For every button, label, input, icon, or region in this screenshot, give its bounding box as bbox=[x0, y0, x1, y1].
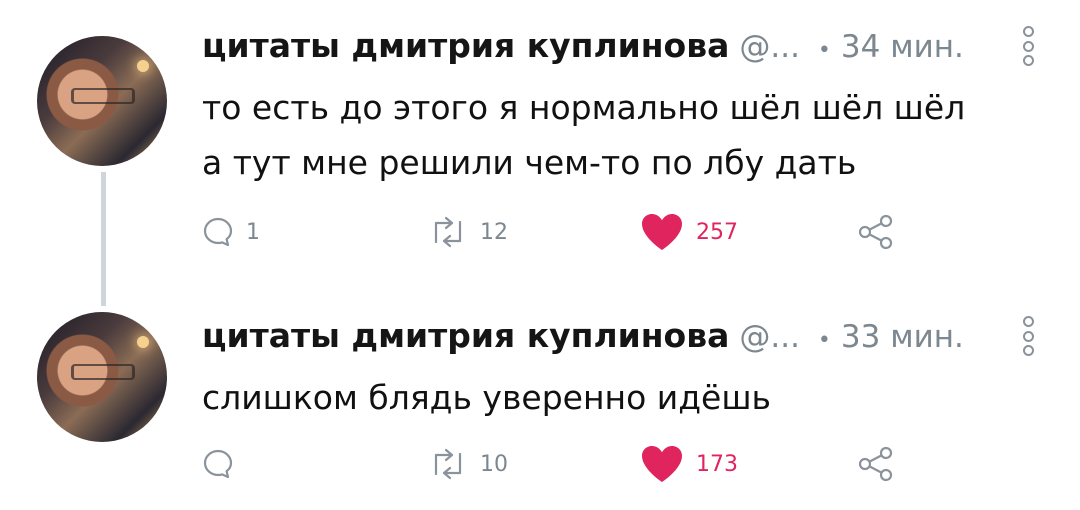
reply-button[interactable]: 1 bbox=[202, 210, 260, 254]
retweet-icon bbox=[434, 448, 462, 480]
more-icon[interactable] bbox=[1020, 316, 1036, 356]
share-button[interactable] bbox=[858, 442, 894, 486]
avatar-light-detail bbox=[137, 336, 149, 348]
like-count: 257 bbox=[696, 219, 738, 245]
tweet-actions: 10 173 bbox=[202, 442, 962, 486]
reply-button[interactable] bbox=[202, 442, 246, 486]
avatar[interactable] bbox=[37, 36, 167, 166]
heart-icon bbox=[642, 214, 682, 250]
like-button[interactable]: 257 bbox=[640, 210, 738, 254]
avatar-glasses-detail bbox=[71, 364, 135, 380]
tweet-header: цитаты дмитрия куплинова @... • 33 мин. bbox=[202, 316, 964, 360]
separator-dot: • bbox=[817, 328, 831, 353]
share-button[interactable] bbox=[858, 210, 894, 254]
retweet-count: 12 bbox=[480, 219, 508, 245]
thread-connector-line bbox=[101, 172, 106, 306]
retweet-button[interactable]: 10 bbox=[428, 442, 508, 486]
author-name[interactable]: цитаты дмитрия куплинова bbox=[202, 316, 729, 355]
avatar-light-detail bbox=[137, 60, 149, 72]
avatar[interactable] bbox=[37, 312, 167, 442]
tweet-text: слишком блядь уверенно идёшь bbox=[202, 370, 1052, 425]
reply-count: 1 bbox=[246, 219, 260, 245]
more-icon[interactable] bbox=[1020, 26, 1036, 66]
tweet-text-line: а тут мне решили чем-то по лбу дать bbox=[202, 143, 857, 182]
tweet-time[interactable]: 33 мин. bbox=[841, 319, 964, 355]
tweet-time[interactable]: 34 мин. bbox=[841, 29, 964, 65]
comment-icon bbox=[203, 449, 233, 479]
like-count: 173 bbox=[696, 451, 738, 477]
author-name[interactable]: цитаты дмитрия куплинова bbox=[202, 26, 729, 65]
tweet-text-line: слишком блядь уверенно идёшь bbox=[202, 378, 772, 417]
retweet-icon bbox=[434, 216, 462, 248]
tweet-text-line: то есть до этого я нормально шёл шёл шёл bbox=[202, 88, 966, 127]
heart-icon bbox=[642, 446, 682, 482]
like-button[interactable]: 173 bbox=[640, 442, 738, 486]
comment-icon bbox=[203, 217, 233, 247]
tweet-actions: 1 12 257 bbox=[202, 210, 962, 254]
tweet-header: цитаты дмитрия куплинова @... • 34 мин. bbox=[202, 26, 964, 70]
avatar-glasses-detail bbox=[71, 88, 135, 104]
retweet-count: 10 bbox=[480, 451, 508, 477]
share-icon bbox=[858, 446, 893, 482]
separator-dot: • bbox=[817, 38, 831, 63]
author-handle[interactable]: @... bbox=[739, 319, 800, 355]
tweet-text: то есть до этого я нормально шёл шёл шёл… bbox=[202, 80, 1052, 190]
author-handle[interactable]: @... bbox=[739, 29, 800, 65]
retweet-button[interactable]: 12 bbox=[428, 210, 508, 254]
share-icon bbox=[858, 214, 893, 250]
